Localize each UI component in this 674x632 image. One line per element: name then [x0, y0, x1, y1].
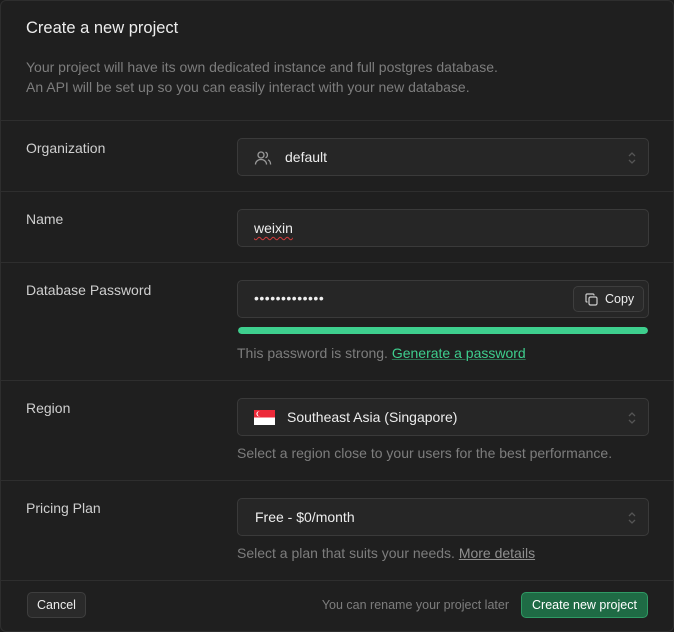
- organization-label: Organization: [26, 140, 106, 156]
- password-help: This password is strong. Generate a pass…: [237, 345, 526, 361]
- password-section: Database Password ••••••••••••• Copy Thi…: [1, 263, 673, 381]
- cancel-button[interactable]: Cancel: [27, 592, 86, 618]
- plan-help: Select a plan that suits your needs. Mor…: [237, 545, 535, 561]
- copy-button[interactable]: Copy: [573, 286, 644, 312]
- copy-button-label: Copy: [605, 292, 635, 306]
- organization-value: default: [285, 149, 328, 165]
- dialog-title: Create a new project: [26, 19, 179, 37]
- rename-note: You can rename your project later: [321, 598, 509, 612]
- chevron-up-down-icon: [628, 510, 636, 526]
- password-strength-text: This password is strong.: [237, 345, 388, 361]
- dialog-header: Create a new project Your project will h…: [1, 1, 673, 121]
- description-line-1: Your project will have its own dedicated…: [26, 59, 498, 75]
- plan-value: Free - $0/month: [255, 509, 355, 525]
- chevron-up-down-icon: [628, 410, 636, 426]
- generate-password-link[interactable]: Generate a password: [392, 345, 526, 361]
- password-strength-fill: [238, 327, 648, 334]
- region-label: Region: [26, 400, 71, 416]
- name-input[interactable]: weixin: [237, 209, 649, 247]
- plan-label: Pricing Plan: [26, 500, 101, 516]
- plan-help-text: Select a plan that suits your needs.: [237, 545, 455, 561]
- copy-icon: [585, 293, 598, 306]
- name-label: Name: [26, 211, 64, 227]
- organization-section: Organization default: [1, 121, 673, 192]
- name-value: weixin: [254, 220, 293, 236]
- region-select[interactable]: Southeast Asia (Singapore): [237, 398, 649, 436]
- password-input[interactable]: ••••••••••••• Copy: [237, 280, 649, 318]
- region-value: Southeast Asia (Singapore): [287, 409, 458, 425]
- description-line-2: An API will be set up so you can easily …: [26, 79, 470, 95]
- more-details-link[interactable]: More details: [459, 545, 535, 561]
- password-strength-bar: [238, 327, 648, 334]
- organization-select[interactable]: default: [237, 138, 649, 176]
- dialog-footer: Cancel You can rename your project later…: [1, 581, 673, 631]
- password-label: Database Password: [26, 282, 152, 298]
- password-value: •••••••••••••: [254, 290, 325, 306]
- create-project-dialog: Create a new project Your project will h…: [0, 0, 674, 632]
- chevron-up-down-icon: [628, 150, 636, 166]
- region-section: Region Southeast Asia (Singapore) Select…: [1, 381, 673, 481]
- plan-section: Pricing Plan Free - $0/month Select a pl…: [1, 481, 673, 581]
- region-help: Select a region close to your users for …: [237, 445, 613, 461]
- singapore-flag-icon: [254, 410, 275, 425]
- users-icon: [254, 149, 272, 167]
- create-project-button[interactable]: Create new project: [521, 592, 648, 618]
- dialog-description: Your project will have its own dedicated…: [26, 57, 648, 97]
- plan-select[interactable]: Free - $0/month: [237, 498, 649, 536]
- name-section: Name weixin: [1, 192, 673, 263]
